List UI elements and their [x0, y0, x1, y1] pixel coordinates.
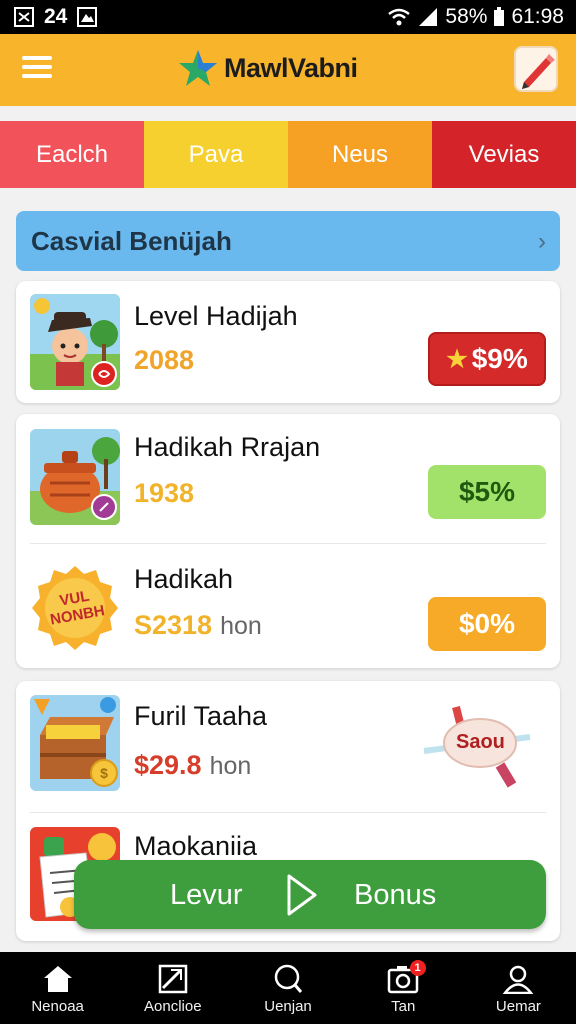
app-header: MawlVabni [0, 34, 576, 106]
section-title: Casvial Benüjah [31, 226, 232, 256]
pencil-icon [522, 54, 555, 89]
sticker-label: Saou [456, 731, 505, 753]
bottom-nav: Nenoaa Aonclioe Uenjan 1 Tan Uemar [0, 952, 576, 1024]
nav-gallery[interactable]: Aonclioe [115, 952, 230, 1024]
item-title: Hadikah Rrajan [134, 432, 321, 462]
item-card[interactable]: Level Hadijah 2088 ★ $9% [16, 281, 560, 403]
treasure-chest-icon[interactable]: $ [30, 695, 120, 791]
divider [30, 543, 546, 544]
cta-right-label: Bonus [354, 879, 437, 911]
tab-pava[interactable]: Pava [144, 121, 288, 188]
item-unit: hon [220, 612, 262, 640]
status-clock: 61:98 [511, 5, 564, 28]
nav-home[interactable]: Nenoaa [0, 952, 115, 1024]
discount-badge[interactable]: $5% [428, 465, 546, 519]
app-logo: MawlVabni [178, 48, 358, 88]
tab-neus[interactable]: Neus [288, 121, 432, 188]
section-header[interactable]: Casvial Benüjah › [16, 211, 560, 271]
nav-label: Nenoaa [31, 998, 84, 1015]
nav-label: Aonclioe [144, 998, 202, 1015]
chevron-right-icon: › [538, 228, 546, 255]
app-title: MawlVabni [224, 52, 358, 83]
tab-eaclch[interactable]: Eaclch [0, 121, 144, 188]
hamburger-icon[interactable] [22, 56, 52, 82]
discount-badge[interactable]: ★ $9% [428, 332, 546, 386]
divider [30, 812, 546, 813]
treasure-pot-icon[interactable] [30, 429, 120, 525]
cta-left-label: Levur [170, 879, 243, 911]
bonus-button[interactable]: Levur Bonus [74, 860, 546, 929]
nav-label: Tan [391, 998, 416, 1015]
photo-icon [77, 7, 98, 27]
edit-button[interactable] [514, 46, 558, 92]
ticket-sticker[interactable]: Saou [420, 701, 538, 791]
notification-icon [14, 7, 34, 27]
nav-search[interactable]: Uenjan [230, 952, 345, 1024]
image-icon [158, 964, 188, 994]
item-title: Hadikah [134, 564, 234, 594]
item-card: Hadikah Rrajan 1938 $5% VUL NONBH Hadika… [16, 414, 560, 668]
status-bar: 24 58% 61:98 [0, 0, 576, 34]
notification-badge: 1 [409, 960, 426, 976]
search-icon [274, 964, 303, 993]
battery-percent: 58% [445, 5, 488, 28]
item-title: Furil Taaha [134, 701, 268, 731]
sale-badge-icon[interactable]: VUL NONBH [30, 560, 120, 656]
status-time-left: 24 [44, 5, 68, 28]
nav-label: Uenjan [264, 998, 312, 1015]
nav-camera[interactable]: 1 Tan [346, 952, 461, 1024]
discount-badge-label: $5% [458, 476, 516, 507]
category-tabs: Eaclch Pava Neus Vevias [0, 121, 576, 188]
discount-badge[interactable]: $0% [428, 597, 546, 651]
nav-profile[interactable]: Uemar [461, 952, 576, 1024]
avatar-character-icon [30, 294, 120, 390]
star-icon: ★ [446, 345, 468, 373]
home-icon [43, 966, 72, 992]
item-price-value: $29.8 [134, 750, 202, 780]
svg-text:$: $ [100, 765, 108, 781]
item-unit: hon [209, 752, 252, 780]
item-price-value: S2318 [134, 610, 213, 640]
item-title: Level Hadijah [134, 301, 298, 331]
play-icon [287, 874, 317, 916]
item-price: 1938 [134, 478, 195, 508]
signal-icon [419, 8, 438, 26]
nav-label: Uemar [495, 998, 541, 1015]
star-icon [179, 50, 217, 86]
item-price: 2088 [134, 345, 195, 375]
profile-icon [503, 965, 534, 994]
item-price: S2318 hon [134, 610, 262, 641]
wifi-icon [388, 8, 411, 26]
discount-badge-label: $9% [471, 343, 528, 374]
discount-badge-label: $0% [458, 608, 516, 639]
item-price: $29.8 hon [134, 750, 251, 781]
item-title: Maokaniia [134, 831, 258, 861]
battery-icon [494, 7, 505, 26]
tab-vevias[interactable]: Vevias [432, 121, 576, 188]
